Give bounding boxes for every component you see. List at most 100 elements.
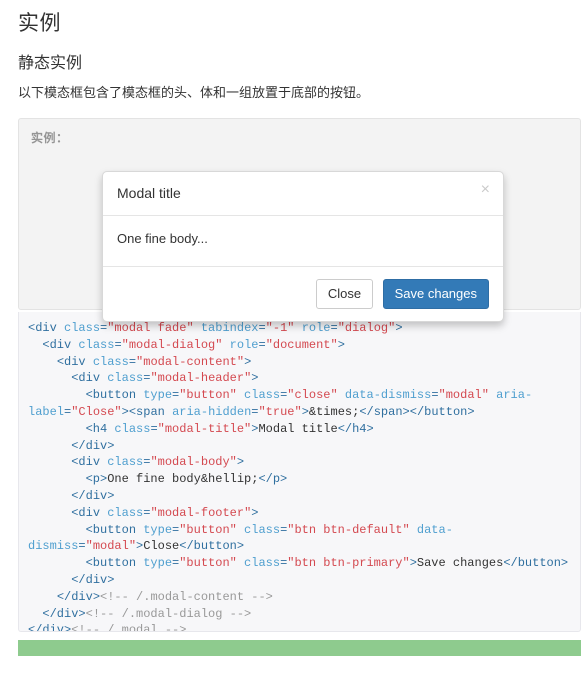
code-token-tag: >	[251, 371, 259, 386]
code-token-text: Save changes	[416, 556, 504, 571]
code-token-tag: =	[258, 321, 266, 335]
code-token-tag: </button>	[503, 556, 569, 571]
code-token-tag: =	[150, 421, 158, 436]
modal-title: Modal title	[117, 185, 181, 201]
example-box: 实例： Modal title × One fine body... Close…	[18, 118, 581, 322]
code-token-val: "button"	[179, 522, 237, 537]
code-token-val: "modal-dialog"	[121, 337, 223, 352]
code-token-tag: >	[301, 404, 309, 419]
code-token-tag: ><span	[121, 404, 173, 419]
code-token-attr: role	[229, 337, 259, 352]
code-token-tag: <div	[28, 337, 79, 352]
code-token-tag: >	[244, 354, 252, 369]
example-label: 实例：	[31, 131, 69, 145]
page-title: 实例	[18, 12, 61, 35]
code-block: <div class="modal fade" tabindex="-1" ro…	[18, 312, 581, 632]
code-token-val: "close"	[287, 388, 338, 403]
code-token-tag: <div	[28, 371, 108, 386]
code-token-tag	[237, 388, 244, 402]
code-token-text: Modal title	[258, 421, 338, 436]
code-token-tag	[410, 523, 417, 537]
code-token-val: "-1"	[265, 321, 295, 335]
code-token-tag	[237, 523, 244, 537]
code-token-tag: =	[431, 388, 439, 403]
code-token-tag: </button>	[179, 539, 245, 554]
run-code-bar[interactable]	[18, 640, 581, 656]
code-token-tag: <button	[28, 522, 144, 537]
code-token-cmt: <!-- /.modal-dialog -->	[85, 606, 252, 621]
modal-body-text: One fine body...	[117, 231, 208, 246]
code-token-attr: class	[107, 371, 144, 386]
code-token-tag: =	[114, 337, 122, 352]
code-token-val: "dialog"	[337, 321, 396, 335]
code-token-val: "modal-body"	[150, 455, 237, 470]
modal-body: One fine body...	[103, 216, 503, 266]
code-token-tag: >	[395, 321, 403, 335]
code-token-attr: tabindex	[200, 321, 259, 335]
code-token-attr: class	[244, 556, 281, 571]
code-token-attr: class	[92, 354, 129, 369]
code-token-cmt: <!-- /.modal -->	[71, 623, 187, 632]
code-token-tag: <button	[28, 556, 144, 571]
code-token-val: "modal"	[438, 388, 489, 403]
code-token-tag: </div>	[28, 623, 72, 632]
code-token-val: "modal"	[85, 539, 137, 554]
code-token-tag	[237, 556, 244, 570]
code-token-attr: class	[107, 505, 144, 520]
code-token-attr: class	[64, 321, 101, 335]
code-token-tag: >	[251, 505, 259, 520]
code-token-tag: =	[128, 354, 137, 369]
modal-footer: Close Save changes	[103, 266, 503, 321]
page-root: 实例 静态实例 以下模态框包含了模态框的头、体和一组放置于底部的按钮。 实例： …	[0, 11, 582, 656]
code-token-text: One fine body	[107, 472, 201, 487]
save-changes-button[interactable]: Save changes	[382, 279, 489, 309]
code-token-val: "Close"	[71, 404, 122, 419]
code-token-text: Close	[143, 539, 180, 554]
code-token-val: "button"	[179, 556, 237, 571]
code-token-tag: >	[236, 455, 245, 470]
code-token-tag: </p>	[258, 472, 288, 487]
close-icon[interactable]: ×	[481, 182, 490, 198]
code-token-tag: </div>	[28, 572, 115, 587]
code-token-attr: type	[143, 556, 173, 571]
code-token-attr: aria-hidden	[172, 404, 252, 419]
code-token-tag	[194, 321, 201, 335]
code-token-val: "modal-content"	[136, 354, 245, 369]
code-token-tag: <p>	[28, 472, 108, 487]
code-token-attr: class	[244, 388, 281, 403]
code-token-tag: <div	[28, 505, 108, 520]
code-token-val: "modal-header"	[150, 371, 252, 386]
code-token-tag: </div>	[28, 488, 115, 503]
code-token-attr: role	[301, 321, 331, 335]
code-token-tag: <h4	[28, 421, 115, 436]
code-token-attr: class	[78, 337, 115, 352]
code-token-tag: >	[409, 556, 417, 571]
code-token-val: "btn btn-default"	[287, 522, 410, 537]
code-token-val: "btn btn-primary"	[287, 556, 410, 571]
code-token-tag: </div>	[28, 606, 86, 621]
code-token-tag: </div>	[28, 438, 115, 453]
code-token-tag: </div>	[28, 589, 101, 604]
code-token-val: "button"	[179, 388, 237, 403]
code-token-tag	[338, 388, 345, 402]
code-token-ent: &times;	[308, 404, 360, 419]
code-token-tag	[222, 338, 229, 352]
code-token-attr: data-dismiss	[344, 388, 432, 403]
code-token-tag: =	[330, 321, 338, 335]
code-token-attr: class	[244, 522, 281, 537]
code-token-val: "modal-footer"	[150, 505, 252, 520]
code-token-tag: <button	[28, 388, 144, 403]
code-token-tag	[294, 321, 301, 335]
code-token-val: "modal fade"	[107, 321, 194, 335]
modal-header: Modal title ×	[103, 172, 503, 216]
code-token-tag: >	[337, 337, 345, 352]
code-token-val: "document"	[265, 337, 338, 352]
code-token-tag: <div	[28, 455, 108, 470]
code-token-tag: </span></button>	[359, 404, 475, 419]
code-token-tag: <div	[28, 321, 65, 335]
code-token-val: "true"	[258, 404, 302, 419]
close-button[interactable]: Close	[315, 279, 374, 309]
code-token-attr: class	[107, 455, 144, 470]
code-token-tag: =	[78, 539, 86, 554]
section-heading: 静态实例	[18, 55, 83, 72]
